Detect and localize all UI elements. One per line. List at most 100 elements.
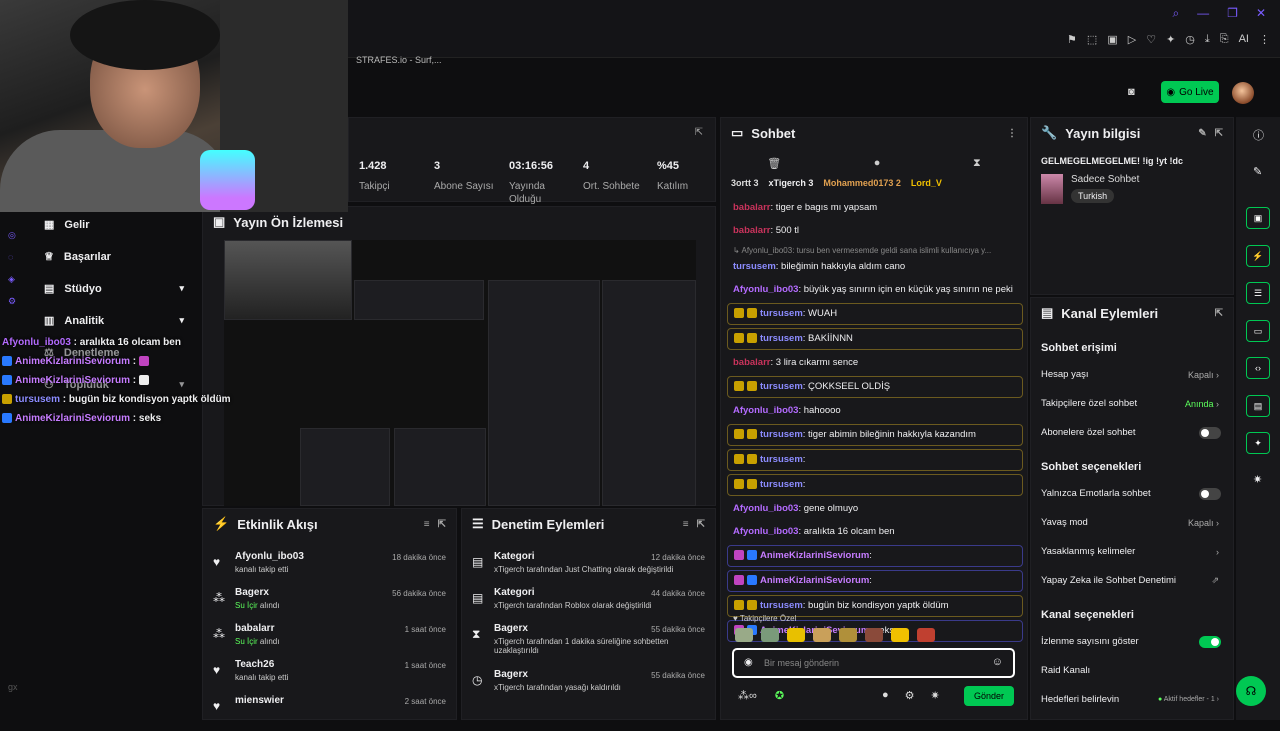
nav-rail-icon[interactable]: ◎	[8, 230, 16, 241]
popout-icon[interactable]: ⇱	[438, 519, 446, 530]
filter-icon[interactable]: ≡	[683, 519, 689, 530]
kick-icon[interactable]: ✪	[775, 689, 784, 702]
chat-message[interactable]: babalarr: tiger e bagıs mı yapsam	[727, 198, 1023, 218]
screenshot-icon[interactable]: ⬚	[1087, 33, 1097, 46]
chat-message[interactable]: Afyonlu_ibo03: hahoooo	[727, 401, 1023, 421]
viewcount-toggle[interactable]	[1199, 635, 1221, 648]
popout-icon[interactable]: ⇱	[1215, 128, 1223, 139]
activity-row[interactable]: ♥ Teach26 1 saat önce kanalı takip etti	[203, 659, 456, 695]
chat-username[interactable]: babalarr	[733, 202, 771, 213]
menu-icon[interactable]: ⋮	[1259, 33, 1270, 46]
rail-lightning-icon[interactable]: ⚡	[1246, 245, 1270, 267]
row-banned-words[interactable]: Yasaklanmış kelimeler ›	[1031, 537, 1233, 566]
row-goals[interactable]: Hedefleri belirlevin ● Aktif hedefler - 1…	[1031, 685, 1233, 714]
browser-tab-title[interactable]: STRAFES.io - Surf,...	[356, 55, 442, 65]
row-raid[interactable]: Raid Kanalı	[1031, 656, 1233, 685]
user-avatar[interactable]	[1232, 82, 1254, 104]
chat-message[interactable]: tursusem:	[727, 449, 1023, 471]
chat-username[interactable]: babalarr	[733, 357, 771, 368]
restore-icon[interactable]: ❐	[1227, 6, 1238, 21]
close-icon[interactable]: ✕	[1256, 6, 1266, 21]
minimize-icon[interactable]: —	[1197, 6, 1209, 21]
nav-item-studio[interactable]: ▤ Stüdyo ▾	[44, 282, 184, 296]
nav-item-revenue[interactable]: ▦ Gelir	[44, 218, 184, 232]
chat-message[interactable]: babalarr: 500 tl	[727, 221, 1023, 241]
nav-rail-icon[interactable]: ◌	[8, 252, 13, 262]
stream-preview-video[interactable]	[224, 240, 696, 506]
chat-message[interactable]: babalarr: 3 lira cıkarmı sence	[727, 353, 1023, 373]
chat-message[interactable]: Afyonlu_ibo03: büyük yaş sınırın için en…	[727, 280, 1023, 300]
row-followers-only[interactable]: Takipçilere özel sohbet Anında ›	[1031, 389, 1233, 418]
points-icon[interactable]: ⁂∞	[738, 689, 757, 702]
leader-item[interactable]: 3ortt 3	[731, 178, 759, 200]
chat-username[interactable]: Afyonlu_ibo03	[733, 526, 798, 537]
pip-icon[interactable]: ▣	[1107, 33, 1117, 46]
nav-rail-icon[interactable]: ◈	[8, 274, 15, 285]
chat-username[interactable]: tursusem	[760, 381, 803, 392]
row-ai-moderation[interactable]: Yapay Zeka ile Sohbet Denetimi ⇗	[1031, 566, 1233, 595]
rail-preview-icon[interactable]: ▣	[1246, 207, 1270, 229]
rail-chat-icon[interactable]: ▭	[1246, 320, 1270, 342]
emoji-icon[interactable]: ☺	[992, 656, 1003, 668]
row-account-age[interactable]: Hesap yaşı Kapalı ›	[1031, 360, 1233, 389]
gear-icon[interactable]: ⚙	[905, 689, 915, 702]
ai-label[interactable]: AI	[1239, 33, 1249, 46]
chat-message[interactable]: AnimeKizlariniSeviorum:	[727, 570, 1023, 592]
emote-icon[interactable]	[735, 628, 753, 642]
chat-username[interactable]: tursusem	[760, 479, 803, 490]
emote-icon[interactable]	[787, 628, 805, 642]
popout-icon[interactable]: ⇱	[697, 519, 705, 530]
help-button[interactable]: ☊	[1236, 676, 1266, 706]
speech-icon[interactable]: ●	[874, 157, 881, 169]
rail-badge-icon[interactable]: ✷	[1253, 473, 1262, 486]
chat-message[interactable]: tursusem: tiger abimin bileğinin hakkıyl…	[727, 424, 1023, 446]
chat-input-box[interactable]: ◉ Bir mesaj gönderin ☺	[732, 648, 1015, 678]
chat-username[interactable]: tursusem	[760, 429, 803, 440]
chat-message[interactable]: tursusem: bileğimin hakkıyla aldım cano	[727, 257, 1023, 277]
moderation-row[interactable]: ▤ Kategori 12 dakika önce xTigerch tarafınd…	[462, 551, 715, 587]
nav-item-analytics[interactable]: ▥ Analitik ▾	[44, 314, 184, 328]
bookmark-icon[interactable]: ⚑	[1067, 33, 1077, 46]
rail-stats-icon[interactable]: ▤	[1246, 395, 1270, 417]
edit-icon[interactable]: ✎	[1198, 128, 1206, 139]
emote-icon[interactable]	[839, 628, 857, 642]
chat-username[interactable]: tursusem	[760, 600, 803, 611]
download-icon[interactable]: ⤓	[1205, 33, 1210, 46]
chat-message[interactable]: AnimeKizlariniSeviorum:	[727, 545, 1023, 567]
chat-username[interactable]: AnimeKizlariniSeviorum	[760, 575, 869, 586]
chat-username[interactable]: Afyonlu_ibo03	[733, 405, 798, 416]
rail-list-icon[interactable]: ☰	[1246, 282, 1270, 304]
popout-icon[interactable]: ⇱	[1215, 308, 1223, 319]
row-slow-mode[interactable]: Yavaş mod Kapalı ›	[1031, 508, 1233, 537]
emote-icon[interactable]	[865, 628, 883, 642]
send-button[interactable]: Gönder	[964, 686, 1014, 706]
moderation-row[interactable]: ⧗ Bagerx 55 dakika önce xTigerch tarafından…	[462, 623, 715, 669]
history-icon[interactable]: ◷	[1185, 33, 1195, 46]
filter-icon[interactable]: ≡	[424, 519, 430, 530]
chat-message[interactable]: Afyonlu_ibo03: gene olmuyo	[727, 499, 1023, 519]
rail-code-icon[interactable]: ‹›	[1246, 357, 1270, 379]
emote-only-toggle[interactable]	[1199, 487, 1221, 500]
chat-message[interactable]: tursusem:	[727, 474, 1023, 496]
chat-message[interactable]: tursusem: BAKİİNNN	[727, 328, 1023, 350]
pencil-icon[interactable]: ✎	[1253, 165, 1262, 178]
trash-icon[interactable]: 🗑	[767, 157, 781, 170]
emote-icon[interactable]	[761, 628, 779, 642]
chat-username[interactable]: tursusem	[760, 308, 803, 319]
go-live-button[interactable]: ◉ Go Live	[1161, 81, 1219, 103]
activity-row[interactable]: ♥ mienswier 2 saat önce	[203, 695, 456, 731]
emote-icon[interactable]	[917, 628, 935, 642]
moderation-row[interactable]: ▤ Kategori 44 dakika önce xTigerch tarafınd…	[462, 587, 715, 623]
chat-username[interactable]: Afyonlu_ibo03	[733, 503, 798, 514]
chat-bubble-icon[interactable]: ●	[882, 689, 889, 702]
leader-item[interactable]: Mohammed0173 2	[823, 178, 901, 200]
extensions-icon[interactable]: ✦	[1166, 33, 1175, 46]
heart-icon[interactable]: ♡	[1146, 33, 1156, 46]
chat-username[interactable]: tursusem	[733, 261, 776, 272]
subscribers-only-toggle[interactable]	[1199, 426, 1221, 439]
chat-message[interactable]: tursusem: ÇOKKSEEL OLDİŞ	[727, 376, 1023, 398]
row-show-viewcount[interactable]: İzlenme sayısını göster	[1031, 627, 1233, 656]
leader-item[interactable]: xTigerch 3	[769, 178, 814, 200]
moderation-row[interactable]: ◷ Bagerx 55 dakika önce xTigerch tarafından…	[462, 669, 715, 705]
hourglass-icon[interactable]: ⧗	[973, 157, 981, 170]
